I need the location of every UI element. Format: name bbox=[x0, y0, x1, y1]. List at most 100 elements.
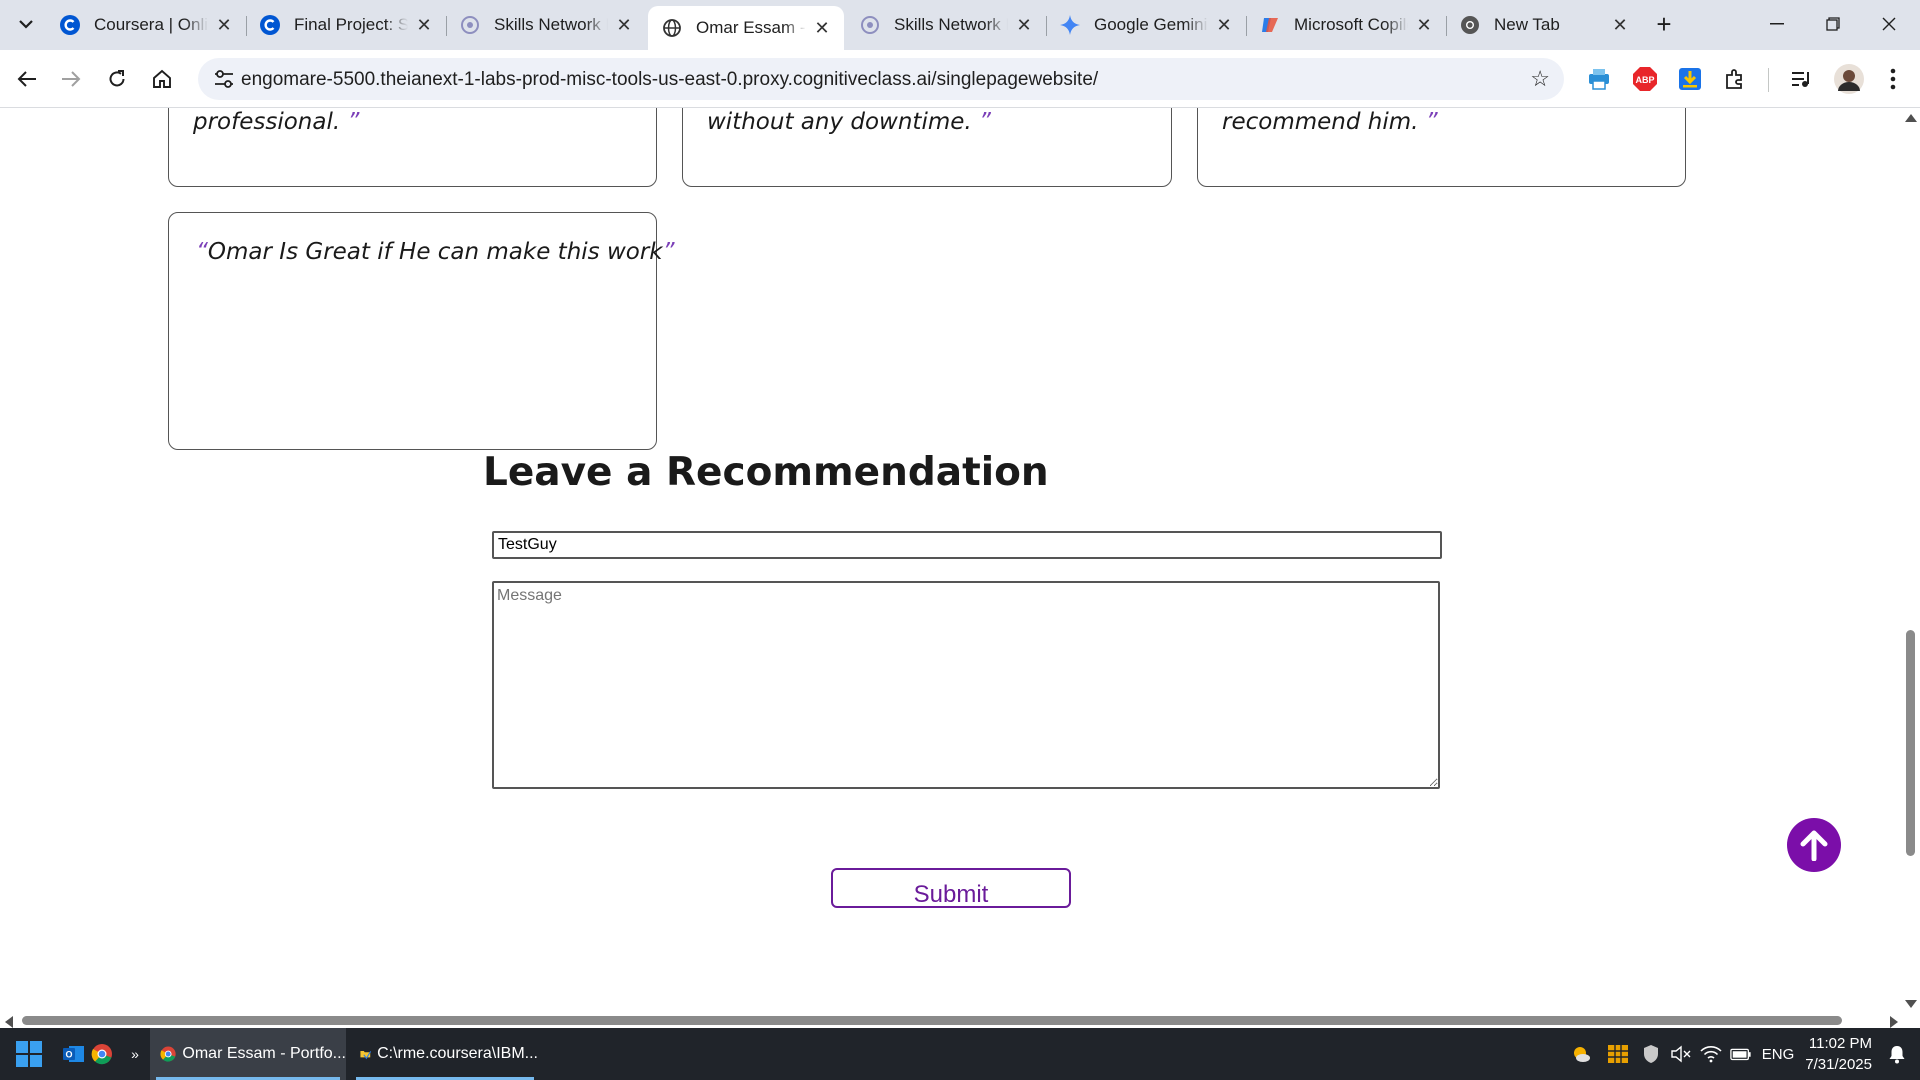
close-tab-icon[interactable]: ✕ bbox=[1214, 15, 1234, 35]
adblock-plus-icon[interactable]: ABP bbox=[1632, 66, 1658, 92]
tab-title: Skills Network Editor bbox=[894, 15, 1008, 34]
tab-skills-network-labs[interactable]: Skills Network Labs ✕ bbox=[446, 6, 646, 44]
taskbar-app-label: Omar Essam - Portfo... bbox=[182, 1045, 346, 1062]
recommendation-card: “Omar Is Great if He can make this work” bbox=[168, 212, 675, 450]
wifi-icon[interactable] bbox=[1700, 1043, 1722, 1065]
tab-title: Final Project: Submit bbox=[294, 15, 408, 34]
svg-text:O: O bbox=[65, 1050, 72, 1060]
overflow-chevron-icon[interactable]: » bbox=[126, 1028, 144, 1080]
forward-button[interactable] bbox=[56, 64, 86, 94]
restore-button[interactable] bbox=[1806, 6, 1860, 42]
media-control-icon[interactable] bbox=[1788, 66, 1814, 92]
windows-logo-icon bbox=[16, 1041, 42, 1067]
section-title: Leave a Recommendation bbox=[483, 450, 1049, 495]
profile-avatar-icon[interactable] bbox=[1834, 64, 1864, 94]
extensions-puzzle-icon[interactable] bbox=[1722, 66, 1748, 92]
vertical-scrollbar[interactable] bbox=[1900, 108, 1920, 1014]
close-window-button[interactable] bbox=[1862, 6, 1916, 42]
start-button[interactable] bbox=[10, 1028, 48, 1080]
bookmark-star-icon[interactable]: ☆ bbox=[1530, 66, 1550, 92]
app-grid-icon[interactable] bbox=[1607, 1043, 1629, 1065]
coursera-icon bbox=[260, 15, 280, 35]
windows-taskbar: O » Omar Essam - Portfo... C:\rme.course… bbox=[0, 1028, 1920, 1080]
scroll-up-arrow-icon[interactable] bbox=[1905, 114, 1917, 122]
name-input[interactable] bbox=[492, 531, 1442, 559]
recommendation-text: “Omar Is Great if He can make this work” bbox=[196, 239, 675, 265]
system-clock[interactable]: 11:02 PM 7/31/2025 bbox=[1805, 1033, 1872, 1075]
browser-toolbar: engomare-5500.theianext-1-labs-prod-misc… bbox=[0, 50, 1920, 108]
security-shield-icon[interactable] bbox=[1640, 1043, 1662, 1065]
back-button[interactable] bbox=[12, 64, 42, 94]
folder-icon bbox=[360, 1051, 372, 1060]
outlook-icon[interactable]: O bbox=[62, 1028, 86, 1080]
message-textarea[interactable] bbox=[492, 581, 1440, 789]
site-info-icon[interactable] bbox=[212, 68, 236, 90]
language-indicator[interactable]: ENG bbox=[1760, 1043, 1796, 1065]
close-tab-icon[interactable]: ✕ bbox=[214, 15, 234, 35]
close-tab-icon[interactable]: ✕ bbox=[1414, 15, 1434, 35]
chrome-quicklaunch-icon[interactable] bbox=[90, 1028, 114, 1080]
tab-skills-network-editor[interactable]: Skills Network Editor ✕ bbox=[846, 6, 1046, 44]
url-text[interactable]: engomare-5500.theianext-1-labs-prod-misc… bbox=[241, 69, 1098, 91]
tab-google-gemini[interactable]: Google Gemini ✕ bbox=[1046, 6, 1246, 44]
close-tab-icon[interactable]: ✕ bbox=[1610, 15, 1630, 35]
close-tab-icon[interactable]: ✕ bbox=[614, 15, 634, 35]
horizontal-scroll-thumb[interactable] bbox=[22, 1016, 1842, 1025]
tab-title: Google Gemini bbox=[1094, 15, 1208, 34]
arrow-up-icon bbox=[1800, 830, 1828, 861]
close-tab-icon[interactable]: ✕ bbox=[1014, 15, 1034, 35]
chrome-icon bbox=[160, 1046, 176, 1062]
weather-icon[interactable] bbox=[1570, 1043, 1592, 1065]
submit-button[interactable]: Submit bbox=[831, 868, 1071, 908]
copilot-icon bbox=[1260, 15, 1280, 35]
taskbar-app-folder[interactable]: C:\rme.coursera\IBM... bbox=[352, 1028, 538, 1080]
recommendation-card: professional. ” bbox=[168, 108, 657, 187]
tab-omar-essam-portfolio[interactable]: Omar Essam - Portfolio ✕ bbox=[648, 6, 844, 50]
volume-muted-icon[interactable] bbox=[1670, 1043, 1692, 1065]
scroll-right-arrow-icon[interactable] bbox=[1890, 1016, 1898, 1028]
print-extension-icon[interactable] bbox=[1586, 66, 1612, 92]
taskbar-app-label: C:\rme.coursera\IBM... bbox=[377, 1045, 538, 1062]
tab-title: Coursera | Online Courses bbox=[94, 15, 208, 34]
recommendation-text: recommend him. ” bbox=[1222, 109, 1438, 135]
page-viewport: professional. ” without any downtime. ” … bbox=[0, 108, 1900, 1014]
address-bar[interactable]: engomare-5500.theianext-1-labs-prod-misc… bbox=[198, 58, 1564, 100]
tab-title: Omar Essam - Portfolio bbox=[696, 18, 806, 37]
svg-text:ABP: ABP bbox=[1635, 75, 1654, 85]
recommendation-card: without any downtime. ” bbox=[682, 108, 1172, 187]
taskbar-app-chrome[interactable]: Omar Essam - Portfo... bbox=[150, 1028, 346, 1080]
tab-new-tab[interactable]: New Tab ✕ bbox=[1446, 6, 1642, 44]
tab-search-icon[interactable] bbox=[14, 12, 38, 36]
minimize-button[interactable] bbox=[1750, 6, 1804, 42]
new-tab-button[interactable]: + bbox=[1650, 9, 1678, 39]
menu-kebab-icon[interactable] bbox=[1880, 66, 1906, 92]
scroll-left-arrow-icon[interactable] bbox=[5, 1016, 13, 1028]
tab-title: New Tab bbox=[1494, 15, 1560, 34]
recommendation-card: recommend him. ” bbox=[1197, 108, 1686, 187]
clock-time: 11:02 PM bbox=[1808, 1035, 1872, 1052]
tab-coursera[interactable]: Coursera | Online Courses ✕ bbox=[46, 6, 246, 44]
skills-network-icon bbox=[860, 15, 880, 35]
notification-bell-icon[interactable] bbox=[1886, 1043, 1908, 1065]
scroll-to-top-button[interactable] bbox=[1787, 818, 1841, 872]
tab-title: Skills Network Labs bbox=[494, 15, 608, 34]
tab-title: Microsoft Copilot bbox=[1294, 15, 1408, 34]
coursera-icon bbox=[60, 15, 80, 35]
battery-icon[interactable] bbox=[1730, 1043, 1752, 1065]
download-extension-icon[interactable] bbox=[1677, 66, 1703, 92]
tab-final-project[interactable]: Final Project: Submit ✕ bbox=[246, 6, 446, 44]
gemini-icon bbox=[1060, 15, 1080, 35]
chrome-icon bbox=[1460, 15, 1480, 35]
close-tab-icon[interactable]: ✕ bbox=[414, 15, 434, 35]
scroll-down-arrow-icon[interactable] bbox=[1905, 1000, 1917, 1008]
toolbar-divider bbox=[1768, 68, 1769, 92]
tab-strip: Coursera | Online Courses ✕ Final Projec… bbox=[0, 0, 1920, 50]
tab-microsoft-copilot[interactable]: Microsoft Copilot ✕ bbox=[1246, 6, 1446, 44]
vertical-scroll-thumb[interactable] bbox=[1906, 630, 1915, 856]
home-button[interactable] bbox=[147, 64, 177, 94]
horizontal-scrollbar[interactable] bbox=[0, 1014, 1920, 1028]
recommendation-text: professional. ” bbox=[193, 109, 360, 135]
globe-icon bbox=[662, 18, 682, 38]
close-tab-icon[interactable]: ✕ bbox=[812, 18, 832, 38]
reload-button[interactable] bbox=[102, 64, 132, 94]
